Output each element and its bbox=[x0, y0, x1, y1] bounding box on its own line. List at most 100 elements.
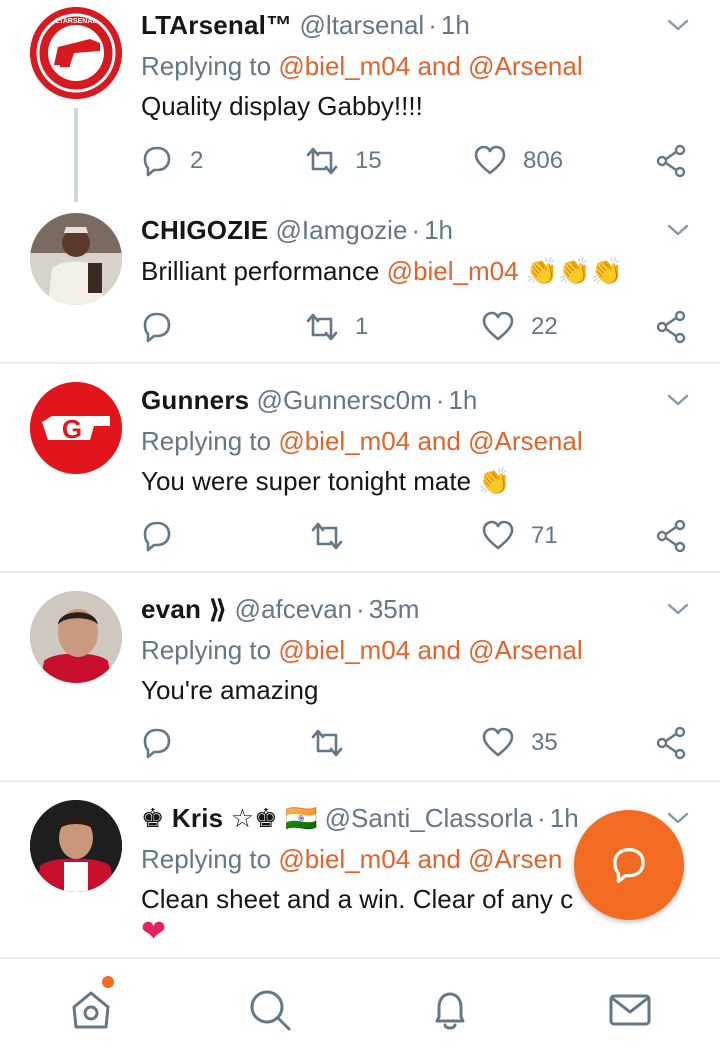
india-flag-emoji: 🇮🇳 bbox=[285, 803, 318, 833]
mention-link[interactable]: @Arsenal bbox=[468, 51, 583, 81]
mention-link[interactable]: @biel_m04 bbox=[278, 844, 410, 874]
like-button[interactable]: 22 bbox=[481, 307, 558, 347]
mention-link[interactable]: @Arsenal bbox=[468, 635, 583, 665]
mention-and[interactable]: and bbox=[417, 635, 460, 665]
tab-messages[interactable] bbox=[605, 985, 655, 1035]
like-count: 22 bbox=[531, 313, 558, 340]
share-icon bbox=[656, 519, 686, 553]
retweet-button[interactable] bbox=[310, 723, 344, 763]
avatar[interactable] bbox=[30, 213, 122, 305]
mention-and[interactable]: and bbox=[417, 426, 460, 456]
chevron-down-icon[interactable] bbox=[666, 218, 690, 242]
separator-dot: · bbox=[411, 215, 421, 245]
home-icon bbox=[72, 991, 110, 1029]
separator-dot: · bbox=[435, 385, 445, 415]
share-button[interactable] bbox=[655, 516, 689, 556]
tweet-item[interactable]: G Gunners @Gunnersc0m · 1h Replying to @bi… bbox=[0, 380, 720, 570]
heart-icon bbox=[482, 311, 514, 341]
mention-and[interactable]: and bbox=[417, 51, 460, 81]
tweet-header: Gunners @Gunnersc0m · 1h bbox=[141, 380, 477, 420]
user-handle[interactable]: @ltarsenal bbox=[300, 10, 425, 40]
share-button[interactable] bbox=[655, 141, 689, 181]
heart-icon bbox=[482, 520, 514, 550]
reply-count: 2 bbox=[190, 147, 204, 174]
tweet-header: ♚ Kris ☆♚ 🇮🇳 @Santi_Classorla · 1h bbox=[141, 798, 579, 838]
retweet-count: 15 bbox=[355, 147, 382, 174]
svg-text:LTARSENAL: LTARSENAL bbox=[55, 18, 97, 25]
display-name[interactable]: CHIGOZIE bbox=[141, 215, 268, 245]
tweet-text: You're amazing bbox=[141, 675, 319, 705]
user-handle[interactable]: @afcevan bbox=[235, 594, 352, 624]
display-name[interactable]: LTArsenal™ bbox=[141, 10, 292, 40]
tweet-text-body: You were super tonight mate bbox=[141, 466, 472, 496]
tweet-divider bbox=[0, 362, 720, 364]
user-handle[interactable]: @Iamgozie bbox=[276, 215, 408, 245]
separator-dot: · bbox=[428, 10, 437, 40]
mention-and[interactable]: and bbox=[417, 844, 460, 874]
display-name[interactable]: ♚ Kris ☆♚ bbox=[141, 803, 278, 833]
mention-link[interactable]: @biel_m04 bbox=[387, 256, 519, 286]
svg-text:G: G bbox=[62, 414, 82, 444]
mention-link[interactable]: @biel_m04 bbox=[278, 51, 410, 81]
like-button[interactable]: 71 bbox=[481, 516, 558, 556]
tweet-item[interactable]: evan ⟫ @afcevan · 35m Replying to @biel_m0… bbox=[0, 589, 720, 779]
heart-icon bbox=[474, 145, 506, 175]
like-count: 35 bbox=[531, 729, 558, 756]
envelope-icon bbox=[609, 994, 651, 1026]
mention-link[interactable]: @biel_m04 bbox=[278, 635, 410, 665]
tweet-header: CHIGOZIE @Iamgozie · 1h bbox=[141, 210, 453, 250]
retweet-button[interactable]: 15 bbox=[305, 141, 382, 181]
avatar[interactable]: G bbox=[30, 382, 122, 474]
tweet-text: Clean sheet and a win. Clear of any c bbox=[141, 884, 574, 914]
chevron-down-icon[interactable] bbox=[666, 597, 690, 621]
like-button[interactable]: 35 bbox=[481, 723, 558, 763]
reply-button[interactable]: 2 bbox=[140, 141, 203, 181]
mention-link[interactable]: @biel_m04 bbox=[278, 426, 410, 456]
tab-notifications[interactable] bbox=[425, 985, 475, 1035]
compose-reply-button[interactable] bbox=[574, 810, 684, 920]
replying-to-line: Replying to @biel_m04 and @Arsenal bbox=[141, 46, 583, 86]
tweet-text: Brilliant performance @biel_m04 👏👏👏 bbox=[141, 251, 623, 291]
like-count: 806 bbox=[523, 147, 564, 174]
reply-button[interactable] bbox=[140, 307, 174, 347]
avatar[interactable]: LTARSENAL bbox=[30, 7, 122, 99]
share-button[interactable] bbox=[655, 307, 689, 347]
avatar[interactable] bbox=[30, 800, 122, 892]
chevron-down-icon[interactable] bbox=[666, 13, 690, 37]
retweet-icon bbox=[311, 522, 343, 550]
like-count: 71 bbox=[531, 522, 558, 549]
tweet-divider bbox=[0, 780, 720, 782]
chevron-down-icon[interactable] bbox=[666, 388, 690, 412]
bell-icon bbox=[435, 992, 465, 1030]
mention-link[interactable]: @Arsenal bbox=[468, 426, 583, 456]
retweet-button[interactable]: 1 bbox=[305, 307, 368, 347]
tweet-header: LTArsenal™ @ltarsenal · 1h bbox=[141, 5, 470, 45]
tab-search[interactable] bbox=[245, 985, 295, 1035]
avatar[interactable] bbox=[30, 591, 122, 683]
compose-reply-icon bbox=[613, 848, 645, 884]
tab-home[interactable] bbox=[66, 985, 116, 1035]
home-unread-dot bbox=[102, 976, 114, 988]
user-handle[interactable]: @Gunnersc0m bbox=[257, 385, 432, 415]
tweet-item[interactable]: CHIGOZIE @Iamgozie · 1h Brilliant performa… bbox=[0, 210, 720, 360]
reply-button[interactable] bbox=[140, 723, 174, 763]
retweet-button[interactable] bbox=[310, 516, 344, 556]
replying-to-line: Replying to @biel_m04 and @Arsen bbox=[141, 839, 562, 879]
heart-icon bbox=[482, 727, 514, 757]
share-button[interactable] bbox=[655, 723, 689, 763]
clapping-hands-emoji: 👏 bbox=[478, 466, 511, 496]
timestamp: 1h bbox=[424, 215, 454, 245]
tweet-item[interactable]: LTARSENAL LTArsenal™ @ltarsenal · 1h Reply… bbox=[0, 5, 720, 200]
reply-button[interactable] bbox=[140, 516, 174, 556]
chevron-down-icon[interactable] bbox=[666, 806, 690, 830]
mention-link[interactable]: @Arsen bbox=[468, 844, 562, 874]
replying-to-label: Replying to bbox=[141, 51, 272, 81]
display-name[interactable]: evan ⟫ bbox=[141, 594, 227, 624]
timestamp: 1h bbox=[440, 10, 470, 40]
display-name[interactable]: Gunners bbox=[141, 385, 249, 415]
like-button[interactable]: 806 bbox=[473, 141, 563, 181]
reply-icon bbox=[143, 728, 171, 759]
tweet-header: evan ⟫ @afcevan · 35m bbox=[141, 589, 419, 629]
retweet-icon bbox=[306, 313, 338, 341]
user-handle[interactable]: @Santi_Classorla bbox=[325, 803, 533, 833]
